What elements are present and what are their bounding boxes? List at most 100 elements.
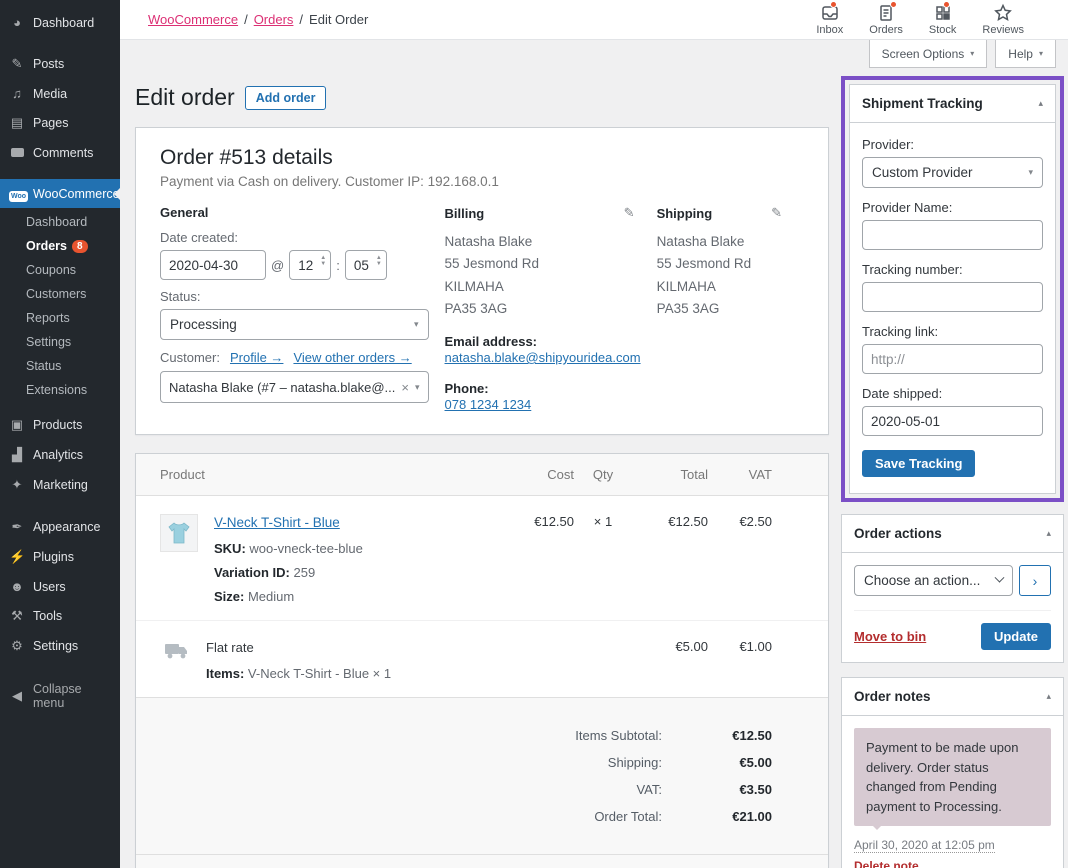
order-details-panel: Order #513 details Payment via Cash on d… bbox=[135, 127, 829, 436]
help-button[interactable]: Help ▾ bbox=[995, 40, 1056, 68]
billing-phone-link[interactable]: 078 1234 1234 bbox=[445, 397, 532, 412]
screen-options-button[interactable]: Screen Options ▾ bbox=[868, 40, 988, 68]
order-title: Order #513 details bbox=[160, 146, 333, 169]
orders-activity-button[interactable]: Orders bbox=[869, 1, 903, 36]
chevron-down-icon: ▾ bbox=[970, 49, 975, 58]
sidebar-item-label: Settings bbox=[33, 639, 79, 653]
sidebar-item-label: Dashboard bbox=[33, 15, 95, 30]
sidebar-item-tools[interactable]: ⚒ Tools bbox=[0, 601, 120, 631]
sidebar-item-posts[interactable]: ✎ Posts bbox=[0, 49, 120, 79]
sidebar-item-pages[interactable]: ▤ Pages bbox=[0, 108, 120, 138]
add-order-button[interactable]: Add order bbox=[244, 85, 327, 110]
status-select[interactable]: Processing ▾ bbox=[160, 309, 429, 340]
note-timestamp: April 30, 2020 at 12:05 pm bbox=[854, 838, 995, 853]
shipping-line-row: Flat rate Items: V-Neck T-Shirt - Blue ×… bbox=[136, 620, 828, 697]
edit-billing-pencil-icon[interactable]: ✎ bbox=[624, 205, 635, 221]
general-heading: General bbox=[160, 205, 209, 220]
items-table-header: Product Cost Qty Total VAT bbox=[136, 454, 828, 497]
sidebar-item-wc-reports[interactable]: Reports bbox=[0, 306, 120, 330]
date-shipped-input[interactable] bbox=[862, 406, 1043, 436]
order-total-value: €21.00 bbox=[732, 809, 772, 825]
chevron-down-icon: ▾ bbox=[1038, 49, 1043, 58]
status-label: Status: bbox=[160, 289, 201, 304]
sidebar-item-woocommerce[interactable]: Woo WooCommerce bbox=[0, 179, 120, 208]
collapse-panel-icon[interactable]: ▴ bbox=[1046, 528, 1051, 539]
item-total: €12.50 bbox=[668, 514, 708, 530]
hour-stepper[interactable]: ▲ ▼ bbox=[320, 255, 326, 267]
item-qty: × 1 bbox=[593, 514, 613, 530]
sidebar-item-dashboard[interactable]: ◕ Dashboard bbox=[0, 8, 120, 37]
billing-email-link[interactable]: natasha.blake@shipyouridea.com bbox=[445, 350, 641, 365]
collapse-panel-icon[interactable]: ▴ bbox=[1038, 98, 1043, 109]
apply-action-button[interactable]: › bbox=[1019, 565, 1051, 596]
shipping-total-value: €5.00 bbox=[739, 755, 772, 771]
sidebar-item-wc-extensions[interactable]: Extensions bbox=[0, 378, 120, 402]
item-cost: €12.50 bbox=[534, 514, 574, 530]
shipment-tracking-panel: Shipment Tracking ▴ Provider: Custom Pro… bbox=[849, 84, 1056, 494]
collapse-menu-button[interactable]: ◀ Collapse menu bbox=[0, 675, 120, 717]
sidebar-item-media[interactable]: ♫ Media bbox=[0, 79, 120, 108]
sidebar-item-wc-customers[interactable]: Customers bbox=[0, 282, 120, 306]
clear-selection-icon[interactable]: × bbox=[401, 380, 409, 395]
collapse-panel-icon[interactable]: ▴ bbox=[1046, 691, 1051, 702]
breadcrumb-orders-link[interactable]: Orders bbox=[254, 12, 294, 27]
update-button[interactable]: Update bbox=[980, 623, 1051, 650]
sidebar-item-analytics[interactable]: ▟ Analytics bbox=[0, 440, 120, 470]
phone-label: Phone: bbox=[444, 381, 489, 397]
sidebar-item-wc-settings[interactable]: Settings bbox=[0, 330, 120, 354]
users-icon: ☻ bbox=[10, 579, 24, 594]
date-created-input[interactable] bbox=[160, 250, 266, 280]
sidebar-item-settings[interactable]: ⚙ Settings bbox=[0, 631, 120, 661]
order-actions-row: Refund ? This order is no longer editabl… bbox=[136, 854, 828, 868]
sidebar-item-wc-coupons[interactable]: Coupons bbox=[0, 258, 120, 282]
delete-note-link[interactable]: Delete note bbox=[854, 859, 919, 868]
view-other-orders-link[interactable]: View other orders → bbox=[293, 350, 411, 365]
inbox-button[interactable]: Inbox bbox=[816, 1, 843, 36]
tracking-link-input[interactable] bbox=[862, 344, 1043, 374]
reviews-button[interactable]: Reviews bbox=[982, 3, 1024, 36]
minute-stepper[interactable]: ▲ ▼ bbox=[376, 255, 382, 267]
shipping-total: €5.00 bbox=[675, 639, 708, 655]
tools-icon: ⚒ bbox=[11, 608, 23, 623]
tracking-number-input[interactable] bbox=[862, 282, 1043, 312]
sidebar-item-plugins[interactable]: ⚡ Plugins bbox=[0, 542, 120, 572]
shipping-vat: €1.00 bbox=[739, 639, 772, 655]
sidebar-item-comments[interactable]: Comments bbox=[0, 138, 120, 167]
order-actions-panel: Order actions ▴ Choose an action... › Mo… bbox=[841, 514, 1064, 663]
breadcrumb-woocommerce-link[interactable]: WooCommerce bbox=[148, 12, 238, 27]
sidebar-item-wc-status[interactable]: Status bbox=[0, 354, 120, 378]
sidebar-item-appearance[interactable]: ✒ Appearance bbox=[0, 512, 120, 542]
general-column: General Date created: @ ▲▼ : bbox=[160, 205, 445, 414]
appearance-icon: ✒ bbox=[11, 519, 23, 534]
stock-button[interactable]: Stock bbox=[929, 1, 956, 36]
product-name-link[interactable]: V-Neck T-Shirt - Blue bbox=[214, 515, 340, 530]
pages-icon: ▤ bbox=[10, 115, 24, 130]
provider-select[interactable]: Custom Provider ▾ bbox=[862, 157, 1043, 188]
sidebar-item-users[interactable]: ☻ Users bbox=[0, 572, 120, 601]
save-tracking-button[interactable]: Save Tracking bbox=[862, 450, 976, 477]
customer-select[interactable]: Natasha Blake (#7 – natasha.blake@... × … bbox=[160, 371, 429, 403]
provider-name-input[interactable] bbox=[862, 220, 1043, 250]
chevron-down-icon: ▾ bbox=[413, 319, 419, 329]
collapse-icon: ◀ bbox=[12, 688, 22, 703]
sidebar-item-marketing[interactable]: ✦ Marketing bbox=[0, 470, 120, 500]
shipping-heading: Shipping ✎ bbox=[656, 205, 782, 221]
marketing-icon: ✦ bbox=[11, 477, 23, 492]
profile-link[interactable]: Profile → bbox=[230, 350, 283, 365]
media-icon: ♫ bbox=[12, 86, 22, 101]
billing-heading: Billing ✎ bbox=[444, 205, 635, 221]
sidebar-item-label: Media bbox=[33, 86, 68, 101]
move-to-bin-link[interactable]: Move to bin bbox=[854, 629, 926, 644]
order-subtitle: Payment via Cash on delivery. Customer I… bbox=[160, 174, 499, 189]
sidebar-item-label: Comments bbox=[33, 145, 94, 160]
sidebar-item-wc-orders[interactable]: Orders 8 bbox=[0, 234, 120, 258]
sidebar-item-label: Pages bbox=[33, 116, 69, 130]
order-action-select[interactable]: Choose an action... bbox=[854, 565, 1013, 596]
sidebar-item-products[interactable]: ▣ Products bbox=[0, 410, 120, 440]
sidebar-item-wc-dashboard[interactable]: Dashboard bbox=[0, 210, 120, 234]
reviews-star-icon bbox=[994, 3, 1013, 21]
edit-shipping-pencil-icon[interactable]: ✎ bbox=[771, 205, 782, 221]
orders-unread-dot bbox=[889, 1, 897, 8]
sidebar-item-label: Appearance bbox=[33, 520, 101, 534]
truck-icon bbox=[160, 639, 194, 681]
